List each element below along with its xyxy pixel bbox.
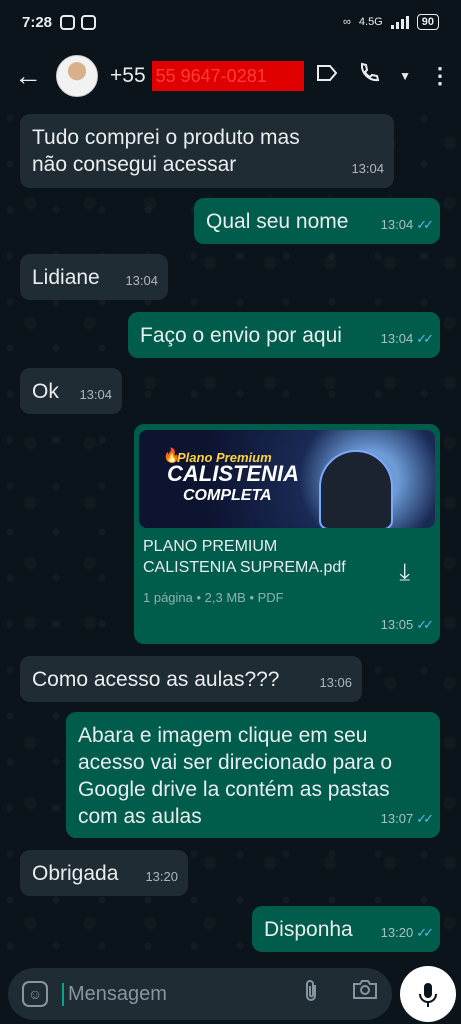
avatar[interactable] — [56, 55, 98, 97]
message-outgoing[interactable]: Disponha 13:20 ✓✓ — [252, 906, 440, 952]
double-check-icon: ✓✓ — [416, 217, 434, 232]
message-text: Abara e imagem clique em seu acesso vai … — [78, 724, 393, 828]
chat-header: ← +55 55 9647-0281 ▼ ⋮ — [0, 44, 461, 108]
file-name: PLANO PREMIUM CALISTENIA SUPREMA.pdf — [143, 538, 346, 576]
message-text: Tudo comprei o produto mas não consegui … — [32, 126, 300, 176]
composer-bar: ☺ Mensagem — [0, 964, 461, 1024]
message-time: 13:20 — [145, 869, 178, 884]
chevron-down-icon[interactable]: ▼ — [399, 69, 411, 83]
double-check-icon: ✓✓ — [416, 811, 434, 826]
message-text: Qual seu nome — [206, 210, 349, 233]
message-time: 13:05 — [380, 617, 414, 632]
battery-icon: 90 — [416, 14, 439, 30]
network-type: 4.5G — [358, 16, 383, 28]
message-incoming[interactable]: Obrigada 13:20 — [20, 850, 188, 896]
download-icon[interactable]: ⤓ — [399, 559, 410, 586]
status-indicators: ∞ 4.5G 90 — [343, 14, 439, 30]
camera-icon[interactable] — [352, 978, 378, 1010]
input-placeholder[interactable]: Mensagem — [62, 982, 167, 1006]
message-time: 13:04 — [380, 331, 414, 346]
message-text: Ok — [32, 380, 59, 403]
double-check-icon: ✓✓ — [416, 925, 434, 940]
message-text: Como acesso as aulas??? — [32, 668, 280, 691]
double-check-icon: ✓✓ — [416, 331, 434, 346]
sticker-icon[interactable]: ☺ — [22, 981, 48, 1007]
pdf-thumbnail[interactable]: 🔥 Plano Premium CALISTENIA COMPLETA — [139, 430, 435, 528]
paperclip-icon[interactable] — [302, 978, 320, 1010]
contact-prefix: +55 — [110, 64, 146, 87]
document-message[interactable]: 🔥 Plano Premium CALISTENIA COMPLETA PLAN… — [134, 424, 440, 644]
contact-name[interactable]: +55 55 9647-0281 — [110, 61, 304, 91]
mic-icon[interactable] — [400, 966, 456, 1022]
message-input[interactable]: ☺ Mensagem — [8, 968, 392, 1020]
message-text: Disponha — [264, 918, 353, 941]
message-text: Obrigada — [32, 862, 119, 885]
message-outgoing[interactable]: Abara e imagem clique em seu acesso vai … — [66, 712, 440, 838]
message-incoming[interactable]: Como acesso as aulas??? 13:06 — [20, 656, 362, 702]
chat-area[interactable]: Tudo comprei o produto mas não consegui … — [0, 108, 461, 964]
message-time: 13:04 — [380, 217, 414, 232]
message-text: Lidiane — [32, 266, 100, 289]
status-bar: 7:28 ∞ 4.5G 90 — [0, 0, 461, 44]
message-time: 13:04 — [351, 161, 384, 176]
message-outgoing[interactable]: Qual seu nome 13:04 ✓✓ — [194, 198, 440, 244]
athlete-figure — [319, 450, 393, 528]
file-info: 1 página • 2,3 MB • PDF — [143, 590, 284, 605]
arrow-left-icon[interactable]: ← — [10, 60, 46, 92]
signal-icon — [390, 15, 409, 29]
message-text: Faço o envio por aqui — [140, 324, 342, 347]
message-incoming[interactable]: Lidiane 13:04 — [20, 254, 168, 300]
message-outgoing[interactable]: Faço o envio por aqui 13:04 ✓✓ — [128, 312, 440, 358]
message-time: 13:07 — [380, 811, 414, 826]
hotspot-icon: ∞ — [343, 16, 351, 28]
message-incoming[interactable]: Tudo comprei o produto mas não consegui … — [20, 114, 394, 188]
double-check-icon: ✓✓ — [416, 617, 434, 632]
message-time: 13:04 — [79, 387, 112, 402]
message-time: 13:20 — [380, 925, 414, 940]
phone-icon[interactable] — [357, 61, 381, 91]
message-time: 13:04 — [125, 273, 158, 288]
more-vertical-icon[interactable]: ⋮ — [429, 63, 451, 89]
app-notification-icon — [60, 14, 76, 30]
link-notification-icon — [81, 14, 97, 30]
thumb-subheading: COMPLETA — [183, 487, 272, 504]
message-incoming[interactable]: Ok 13:04 — [20, 368, 122, 414]
contact-number-redacted: 55 9647-0281 — [151, 61, 304, 91]
status-time: 7:28 — [22, 13, 53, 31]
label-icon[interactable] — [315, 63, 339, 89]
message-time: 13:06 — [319, 675, 352, 690]
